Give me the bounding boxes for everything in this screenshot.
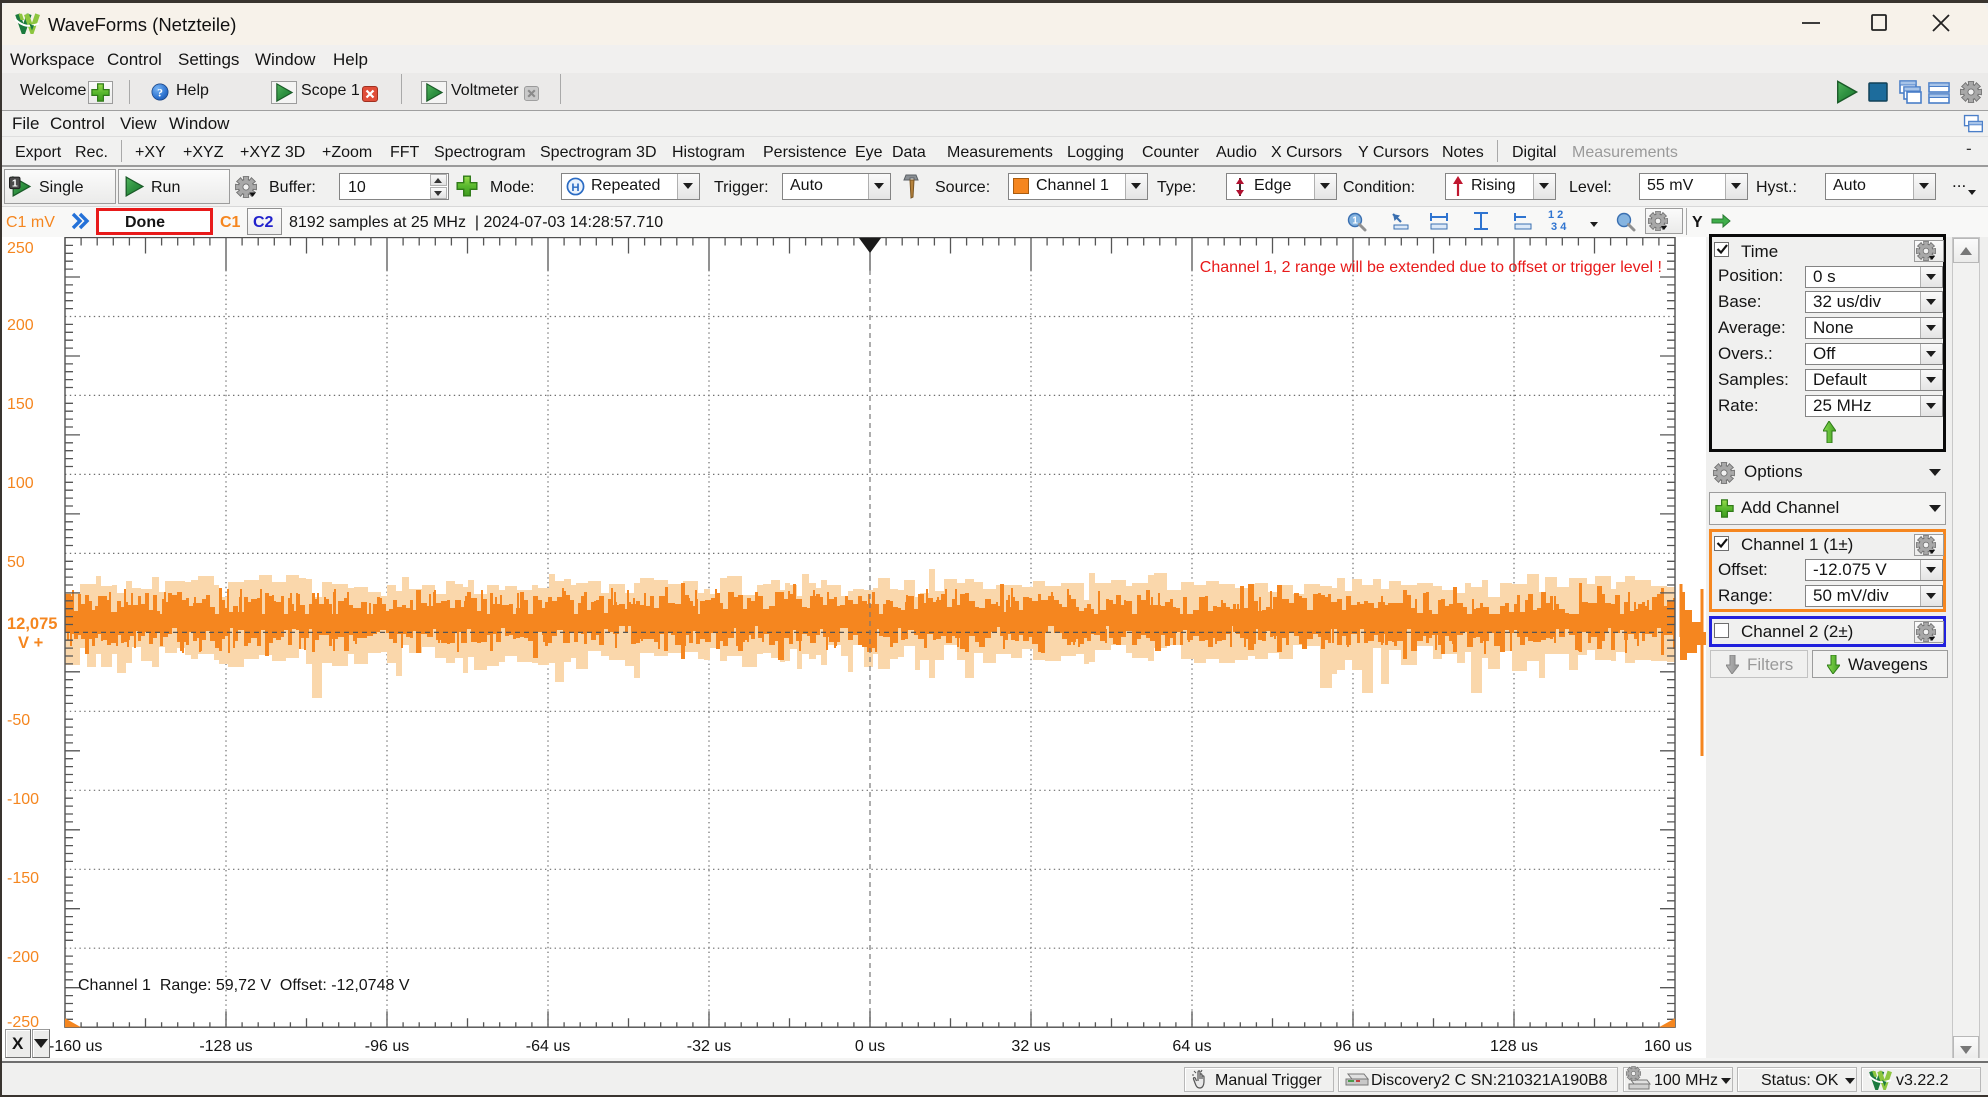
svg-text:160 us: 160 us [1644, 1038, 1692, 1055]
svg-text:-50: -50 [7, 712, 30, 729]
svg-text:12,075: 12,075 [7, 615, 57, 633]
svg-text:-160 us: -160 us [49, 1038, 102, 1055]
svg-text:0 us: 0 us [855, 1038, 885, 1055]
svg-text:Channel 1 Range: 59,72 V Off: Channel 1 Range: 59,72 V Offset: -12,074… [78, 977, 410, 994]
svg-text:-32 us: -32 us [687, 1038, 731, 1055]
svg-text:-150: -150 [7, 870, 39, 887]
svg-text:250: 250 [7, 240, 34, 257]
svg-text:50: 50 [7, 554, 25, 571]
svg-text:150: 150 [7, 396, 34, 413]
svg-text:?: ? [157, 87, 163, 100]
svg-text:100: 100 [7, 475, 34, 492]
svg-text:1: 1 [12, 179, 18, 190]
svg-text:V +: V + [18, 634, 43, 652]
svg-text:200: 200 [7, 317, 34, 334]
svg-text:-128 us: -128 us [199, 1038, 252, 1055]
svg-text:32 us: 32 us [1011, 1038, 1050, 1055]
svg-text:1: 1 [1352, 216, 1358, 227]
svg-text:64 us: 64 us [1172, 1038, 1211, 1055]
svg-text:H: H [571, 182, 579, 194]
svg-text:Channel 1, 2 range will be ext: Channel 1, 2 range will be extended due … [1200, 259, 1662, 276]
svg-text:-200: -200 [7, 949, 39, 966]
svg-text:96 us: 96 us [1333, 1038, 1372, 1055]
svg-text:128 us: 128 us [1490, 1038, 1538, 1055]
svg-text:-96 us: -96 us [365, 1038, 409, 1055]
svg-text:-64 us: -64 us [526, 1038, 570, 1055]
svg-text:-100: -100 [7, 791, 39, 808]
